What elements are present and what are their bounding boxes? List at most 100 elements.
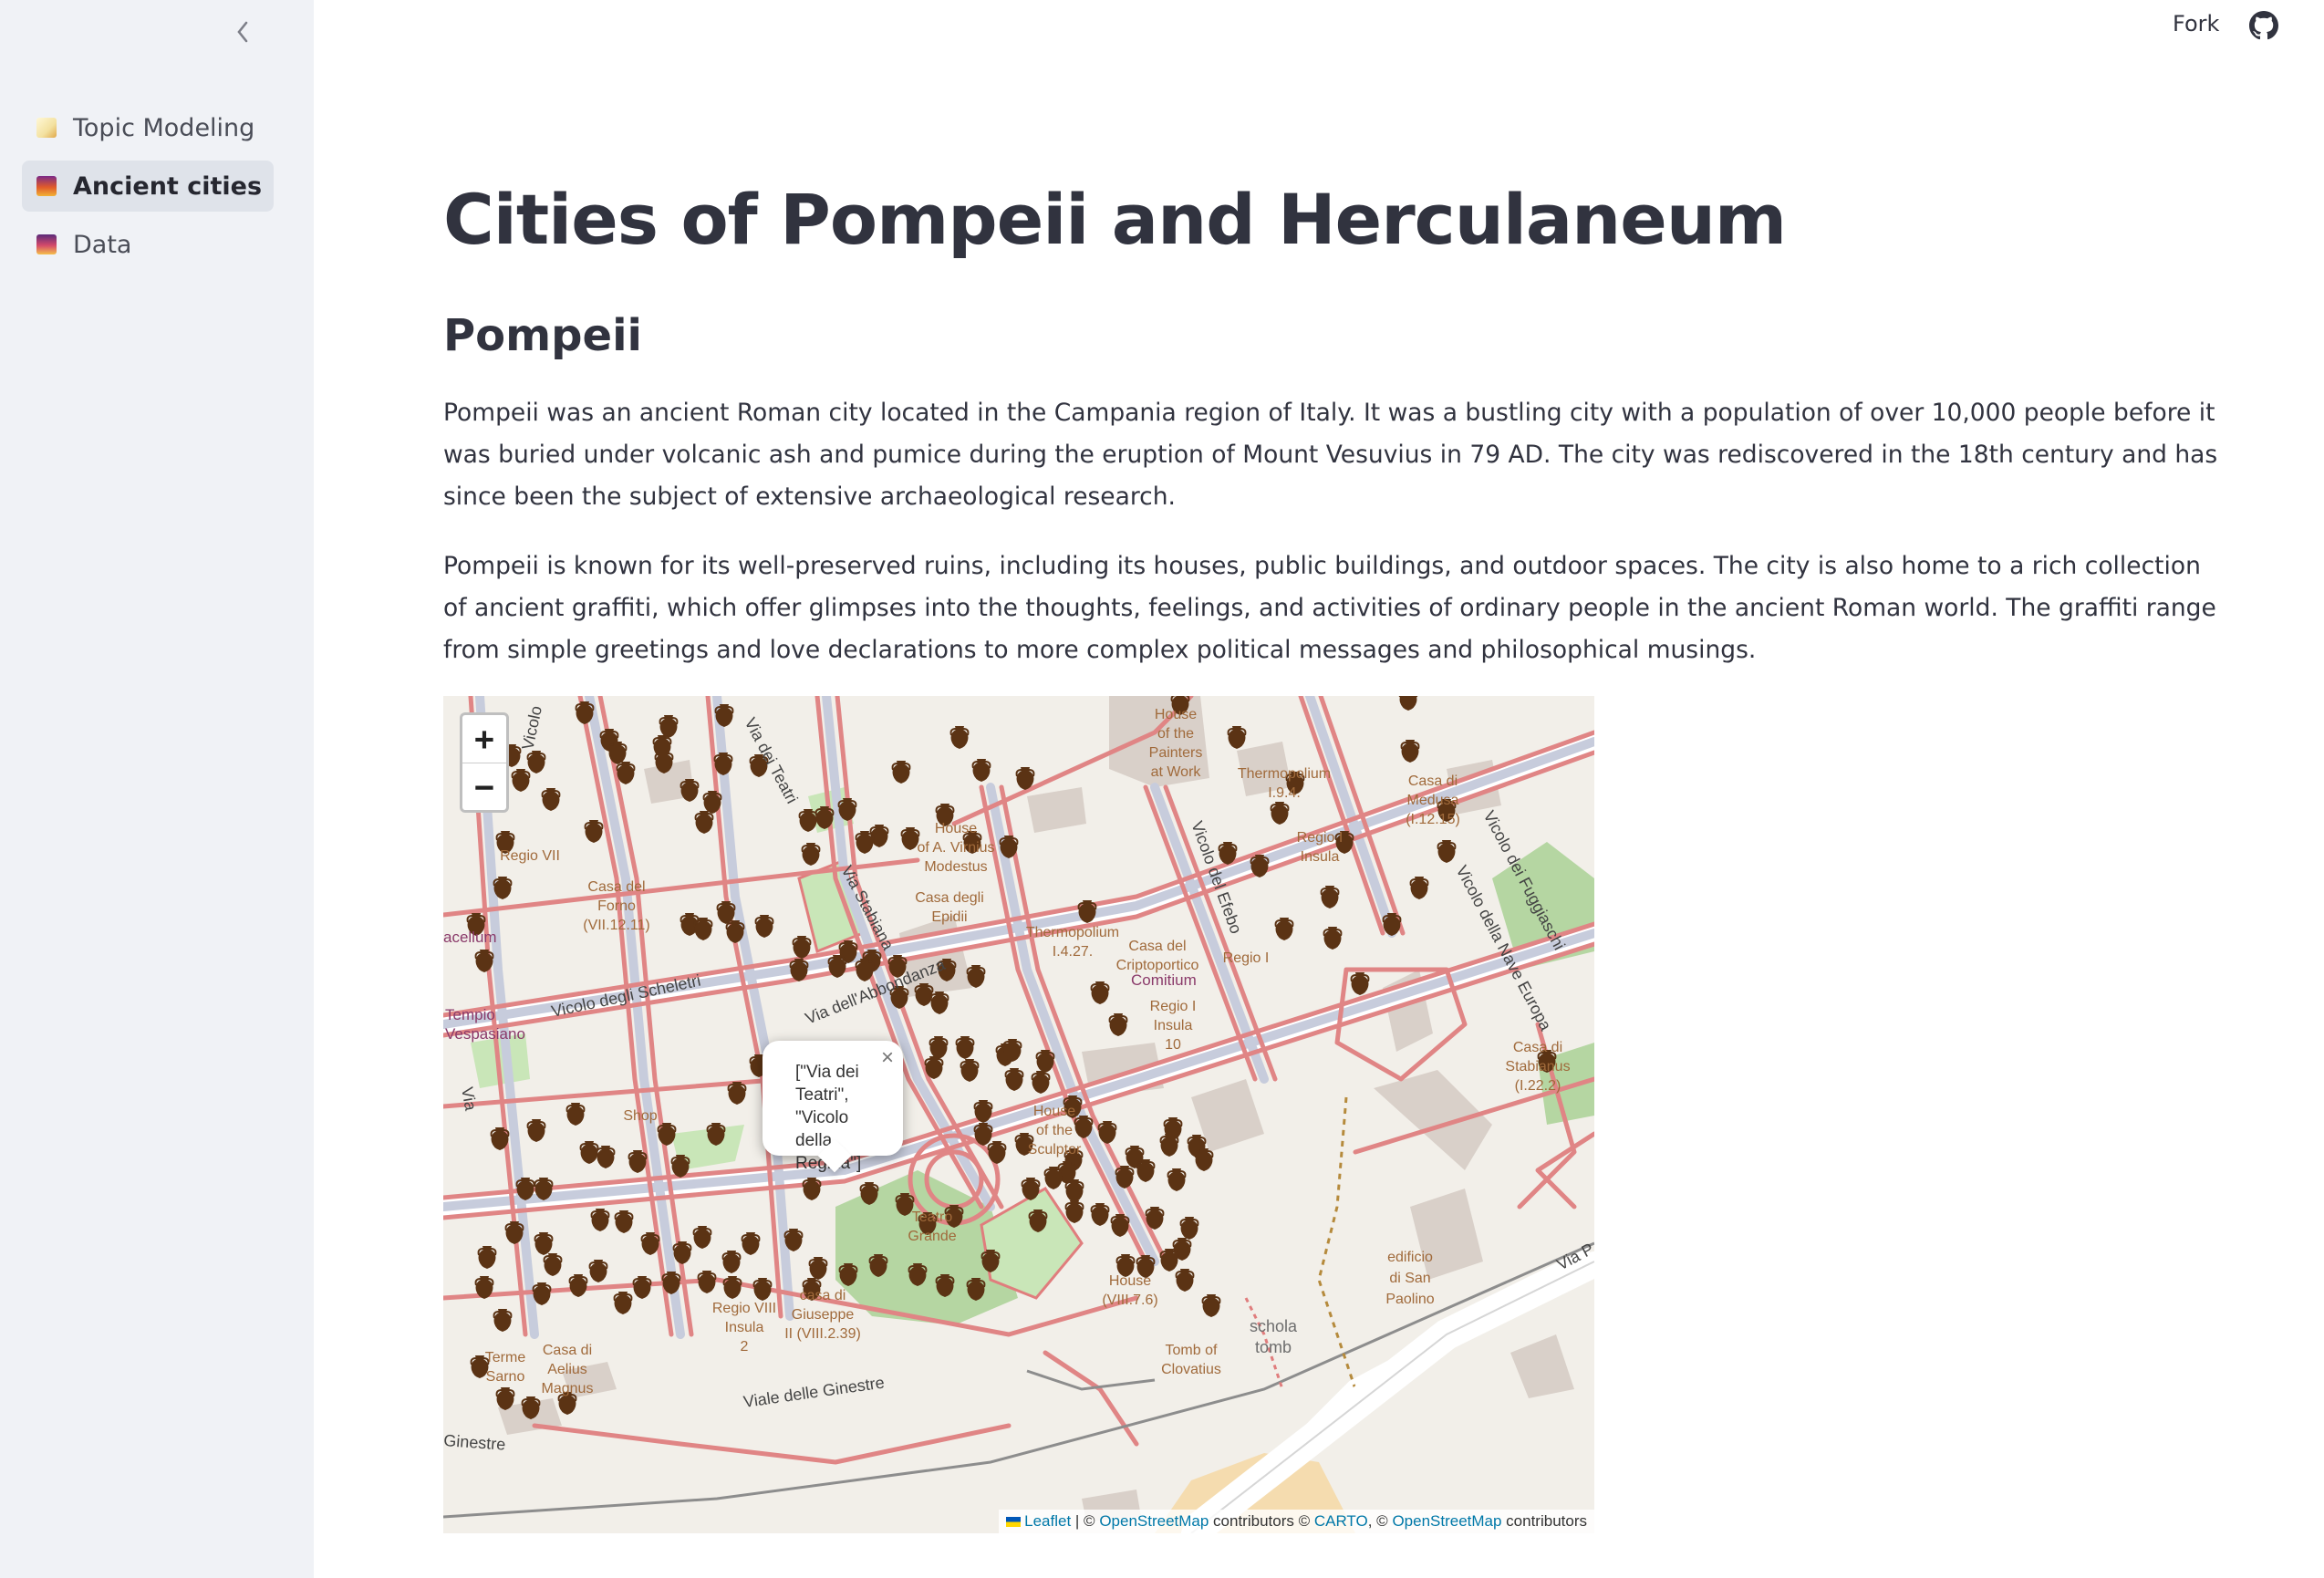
collapse-sidebar-button[interactable] [230, 16, 255, 47]
label-regio-vii: Regio VII [500, 848, 560, 864]
sunrise-icon [36, 234, 57, 254]
label-house-virnius-2: of A. Virnius [917, 840, 994, 856]
label-casa-aelius-3: Magnus [542, 1381, 594, 1396]
label-thermopolium-194-1: Thermopolium [1238, 766, 1331, 782]
label-house-painters-2: of the [1157, 726, 1194, 742]
label-house-virnius-1: House [935, 821, 977, 836]
label-comitium: Comitium [1131, 971, 1197, 989]
label-casa-epidii-1: Casa degli [915, 890, 984, 906]
label-casa-stabianus-3: (I.22.2) [1515, 1078, 1561, 1094]
zoom-out-button[interactable]: − [462, 763, 506, 811]
label-teatro-grande-2: Grande [908, 1229, 956, 1244]
label-house-viii76-1: House [1109, 1273, 1151, 1289]
label-house-painters-1: House [1155, 707, 1197, 722]
leaflet-link[interactable]: Leaflet [1024, 1512, 1071, 1530]
label-casa-giuseppe-3: II (VIII.2.39) [784, 1326, 861, 1342]
zoom-in-button[interactable]: + [462, 715, 506, 763]
label-terme-sarno-1: Terme [485, 1350, 526, 1365]
popup-line: Teatri", [795, 1085, 849, 1105]
osm-link[interactable]: OpenStreetMap [1099, 1512, 1209, 1530]
label-san-paolino-2: di San [1389, 1271, 1430, 1286]
label-thermopolium-1427-1: Thermopolium [1026, 925, 1119, 940]
label-tempio-2: Vespasiano [445, 1025, 525, 1043]
label-casa-epidii-2: Epidii [931, 909, 967, 925]
sidebar-item-data[interactable]: Data [22, 219, 274, 270]
label-regio-i-10-2: Insula [1154, 1018, 1193, 1033]
label-thermopolium-194-2: I.9.4. [1268, 785, 1301, 801]
label-regio-viii-3: 2 [741, 1339, 749, 1355]
label-house-virnius-3: Modestus [924, 859, 987, 875]
map-popup: × ["Via dei Teatri", "Vicolo della Regin… [763, 1041, 903, 1173]
sidebar-item-topic-modeling[interactable]: Topic Modeling [22, 102, 274, 153]
label-casa-aelius-2: Aelius [547, 1362, 587, 1377]
popup-line: "Vicolo [795, 1108, 849, 1127]
label-terme-sarno-2: Sarno [486, 1369, 525, 1385]
popup-close-button[interactable]: × [881, 1046, 894, 1069]
map[interactable]: House of the Painters at Work Thermopolium I… [443, 696, 1594, 1533]
chevron-left-icon [237, 21, 248, 43]
zoom-control: + − [460, 712, 509, 813]
label-regio-i-10-3: 10 [1165, 1037, 1181, 1053]
github-icon[interactable] [2249, 11, 2278, 40]
attribution-text: | © [1071, 1512, 1100, 1530]
section-title: Pompeii [443, 310, 642, 361]
label-house-sculptor-3: Sculptor [1028, 1142, 1082, 1158]
cityscape-dusk-icon [36, 176, 57, 196]
label-regio-viii-1: Regio VIII [712, 1301, 776, 1316]
svg-text:Casa diStabianus(I.22.2): Casa di Stabianus (I.22.2) [1505, 1040, 1570, 1094]
osm-link[interactable]: OpenStreetMap [1392, 1512, 1501, 1530]
attribution-text: , © [1367, 1512, 1393, 1530]
label-house-painters-4: at Work [1151, 764, 1202, 780]
label-casa-medusa-1: Casa di [1408, 773, 1458, 789]
label-casa-forno-3: (VII.12.11) [583, 918, 650, 933]
paragraph-graffiti: Pompeii is known for its well-preserved … [443, 552, 2216, 664]
map-tiles[interactable]: House of the Painters at Work Thermopolium I… [443, 696, 1594, 1533]
label-casa-giuseppe-2: Giuseppe [792, 1307, 855, 1323]
label-thermopolium-1427-2: I.4.27. [1053, 944, 1093, 960]
fork-button[interactable]: Fork [2173, 11, 2219, 36]
page-title: Cities of Pompeii and Herculaneum [443, 179, 1787, 260]
label-regio-i: Regio I [1223, 950, 1270, 966]
sidebar-item-label: Topic Modeling [73, 113, 255, 142]
attribution-text: contributors [1501, 1512, 1587, 1530]
label-regio-viii-2: Insula [725, 1320, 764, 1335]
label-macellum: acellum [443, 929, 497, 946]
label-shop: Shop [623, 1108, 657, 1124]
svg-text:Casa diAeliusMagnus: Casa di Aelius Magnus [542, 1343, 594, 1396]
label-tomb-clovatius-1: Tomb of [1166, 1343, 1218, 1358]
label-casa-aelius-1: Casa di [543, 1343, 592, 1358]
label-house-sculptor-2: of the [1036, 1123, 1073, 1138]
label-tempio-1: Tempio [445, 1006, 495, 1023]
svg-text:edificiodi SanPaolino: edificio di San Paolino [1385, 1250, 1434, 1307]
label-teatro-grande-1: Teatro [912, 1209, 953, 1225]
popup-line: ["Via dei [795, 1063, 859, 1082]
sidebar-item-label: Data [73, 230, 132, 259]
sidebar-nav: Topic Modeling Ancient cities Data [22, 102, 274, 277]
label-regio-i-10-1: Regio I [1150, 999, 1197, 1014]
label-house-viii76-2: (VIII.7.6) [1102, 1293, 1157, 1308]
label-casa-forno-2: Forno [597, 898, 636, 914]
label-casa-medusa-3: (I.12.15) [1406, 812, 1460, 827]
label-casa-stabianus-1: Casa di [1513, 1040, 1562, 1055]
label-house-painters-3: Painters [1149, 745, 1203, 761]
label-tomb-clovatius-2: Clovatius [1161, 1362, 1221, 1377]
label-casa-stabianus-2: Stabianus [1505, 1059, 1570, 1074]
map-attribution: Leaflet | © OpenStreetMap contributors ©… [999, 1510, 1594, 1533]
sidebar-item-ancient-cities[interactable]: Ancient cities [22, 161, 274, 212]
memo-icon [36, 118, 57, 138]
paragraph-intro: Pompeii was an ancient Roman city locate… [443, 399, 2218, 511]
svg-text:Casa diMedusa(I.12.15): Casa di Medusa (I.12.15) [1406, 773, 1460, 827]
sidebar-item-label: Ancient cities [73, 171, 263, 201]
sidebar: Topic Modeling Ancient cities Data [0, 0, 314, 1578]
label-schola-tomb-1: schola [1250, 1317, 1298, 1335]
attribution-text: contributors © [1209, 1512, 1314, 1530]
label-san-paolino-3: Paolino [1385, 1292, 1434, 1307]
label-regio-i-insula-2: Insula [1301, 849, 1340, 865]
label-house-sculptor-1: House [1033, 1104, 1075, 1119]
label-casa-giuseppe-1: casa di [800, 1288, 846, 1303]
label-casa-criptoportico-1: Casa del [1128, 939, 1186, 954]
label-san-paolino-1: edificio [1387, 1250, 1433, 1265]
carto-link[interactable]: CARTO [1314, 1512, 1368, 1530]
label-regio-i-insula-1: Regio I [1297, 830, 1344, 846]
label-casa-medusa-2: Medusa [1407, 793, 1459, 808]
